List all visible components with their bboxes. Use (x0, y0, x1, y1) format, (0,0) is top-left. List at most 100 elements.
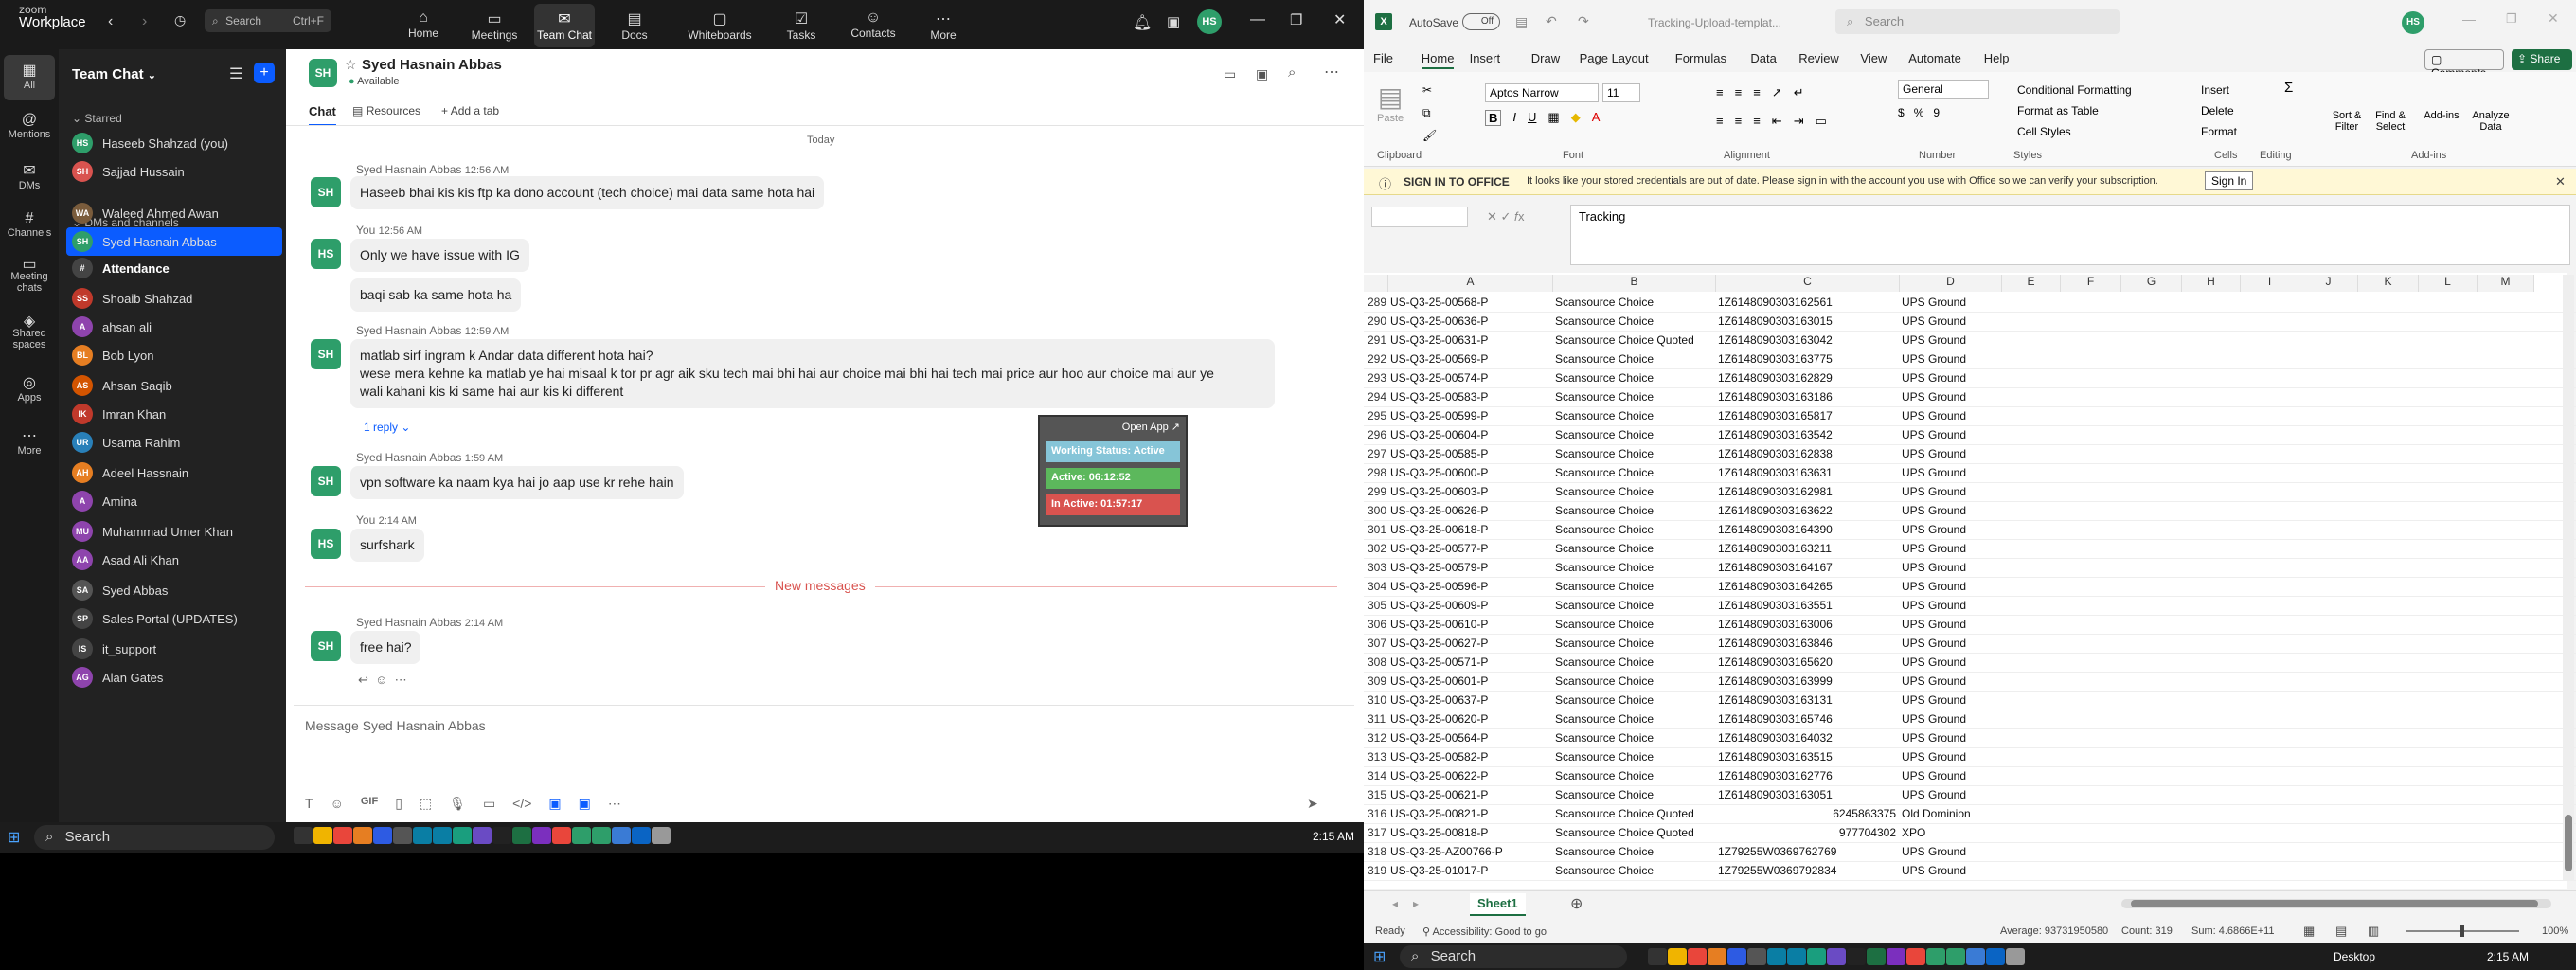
cell-d[interactable]: UPS Ground (1902, 693, 1966, 707)
maximize-icon[interactable]: ❐ (1290, 11, 1302, 28)
select-all-corner[interactable] (1364, 275, 1388, 292)
cell-c[interactable]: 1Z6148090303165746 (1718, 712, 1833, 726)
contact-name[interactable]: Syed Hasnain Abbas (362, 57, 502, 73)
cell-d[interactable]: UPS Ground (1902, 561, 1966, 574)
cell-c[interactable]: 1Z6148090303162981 (1718, 485, 1833, 498)
cell-d[interactable]: UPS Ground (1902, 712, 1966, 726)
sidebar-item[interactable]: BL Bob Lyon (66, 341, 282, 369)
cell-c[interactable]: 1Z6148090303162561 (1718, 296, 1833, 309)
cell-b[interactable]: Scansource Choice (1555, 845, 1654, 858)
taskbar-app-icon[interactable] (612, 827, 631, 844)
cell-d[interactable]: UPS Ground (1902, 296, 1966, 309)
taskbar-app-icon[interactable] (1648, 948, 1667, 965)
wrap-text-icon[interactable]: ↵ (1794, 85, 1804, 100)
cell-a[interactable]: US-Q3-25-00599-P (1390, 409, 1488, 422)
column-header[interactable]: L (2419, 275, 2478, 292)
cell-d[interactable]: UPS Ground (1902, 504, 1966, 517)
cell-d[interactable]: UPS Ground (1902, 580, 1966, 593)
taskbar-clock[interactable]: 2:15 AM (2487, 950, 2529, 963)
video-clip-icon[interactable]: ▭ (483, 796, 495, 812)
taskbar-app-icon[interactable] (2006, 948, 2025, 965)
taskbar-app-icon[interactable] (1767, 948, 1786, 965)
cell-c[interactable]: 1Z6148090303163551 (1718, 599, 1833, 612)
taskbar-app-icon[interactable] (1867, 948, 1886, 965)
rail-meeting-chats[interactable]: ▭ Meeting chats (4, 254, 55, 299)
cell-a[interactable]: US-Q3-25-00637-P (1390, 693, 1488, 707)
align-right-icon[interactable]: ≡ (1753, 114, 1761, 129)
align-left-icon[interactable]: ≡ (1716, 114, 1724, 129)
cell-a[interactable]: US-Q3-25-00618-P (1390, 523, 1488, 536)
taskbar-app-icon[interactable] (1747, 948, 1766, 965)
taskbar-app-icon[interactable] (552, 827, 571, 844)
taskbar-app-icon[interactable] (1807, 948, 1826, 965)
cell-c[interactable]: 1Z6148090303163051 (1718, 788, 1833, 801)
tab-add[interactable]: + Add a tab (441, 104, 499, 117)
cell-a[interactable]: US-Q3-25-00609-P (1390, 599, 1488, 612)
vertical-scrollbar[interactable] (2563, 275, 2574, 881)
cell-a[interactable]: US-Q3-25-00626-P (1390, 504, 1488, 517)
sign-in-button[interactable]: Sign In (2205, 171, 2254, 190)
cell-b[interactable]: Scansource Choice Quoted (1555, 826, 1694, 839)
column-header[interactable]: J (2299, 275, 2358, 292)
microphone-icon[interactable]: 🎙︎ (449, 796, 466, 812)
sidebar-item[interactable]: HS Haseeb Shahzad (you) (66, 129, 282, 157)
search-icon[interactable]: ⌕ (1288, 64, 1296, 81)
column-header[interactable]: K (2358, 275, 2419, 292)
cell-d[interactable]: UPS Ground (1902, 466, 1966, 479)
cell-d[interactable]: UPS Ground (1902, 523, 1966, 536)
reply-thread-link[interactable]: 1 reply ⌄ (364, 421, 410, 434)
rail-mentions[interactable]: @ Mentions (4, 106, 55, 152)
normal-view-icon[interactable]: ▦ (2303, 924, 2315, 939)
align-top-icon[interactable]: ≡ (1716, 85, 1724, 100)
taskbar-app-icon[interactable] (373, 827, 392, 844)
sidebar-item[interactable]: AH Adeel Hassnain (66, 458, 282, 487)
autosave-toggle[interactable]: Off (1462, 13, 1500, 30)
excel-search-box[interactable]: ⌕ Search (1835, 9, 2120, 34)
cell-c[interactable]: 1Z6148090303164265 (1718, 580, 1833, 593)
close-icon[interactable]: ✕ (2555, 174, 2566, 189)
column-header[interactable]: F (2061, 275, 2121, 292)
sidebar-item[interactable]: AS Ahsan Saqib (66, 371, 282, 400)
column-header[interactable]: G (2121, 275, 2182, 292)
cell-c[interactable]: 1Z6148090303164167 (1718, 561, 1833, 574)
column-header[interactable]: E (2002, 275, 2061, 292)
taskbar-app-icon[interactable] (1926, 948, 1945, 965)
page-break-icon[interactable]: ▥ (2368, 924, 2379, 939)
cell-d[interactable]: Old Dominion (1902, 807, 1971, 820)
menu-review[interactable]: Review (1798, 51, 1839, 65)
taskbar-app-icon[interactable] (333, 827, 352, 844)
cell-a[interactable]: US-Q3-25-00621-P (1390, 788, 1488, 801)
cell-b[interactable]: Scansource Choice (1555, 504, 1654, 517)
copy-icon[interactable]: ⧉ (1422, 106, 1431, 120)
next-sheet-icon[interactable]: ▸ (1413, 897, 1419, 910)
zoom-search-box[interactable]: ⌕ Search Ctrl+F (205, 9, 331, 32)
taskbar-app-icon[interactable] (1688, 948, 1707, 965)
cell-d[interactable]: UPS Ground (1902, 447, 1966, 460)
redo-icon[interactable]: ↷ (1578, 13, 1589, 29)
menu-file[interactable]: File (1373, 51, 1393, 65)
cell-a[interactable]: US-Q3-25-00601-P (1390, 674, 1488, 688)
cell-a[interactable]: US-Q3-25-00574-P (1390, 371, 1488, 385)
cut-icon[interactable]: ✂ (1422, 83, 1432, 97)
cell-a[interactable]: US-Q3-25-00818-P (1390, 826, 1488, 839)
sidebar-item[interactable]: AA Asad Ali Khan (66, 546, 282, 574)
cell-b[interactable]: Scansource Choice (1555, 599, 1654, 612)
cell-c[interactable]: 1Z6148090303164390 (1718, 523, 1833, 536)
file-icon[interactable]: ▯ (395, 796, 402, 812)
tab-tasks[interactable]: ☑ Tasks (782, 4, 820, 47)
cell-d[interactable]: UPS Ground (1902, 769, 1966, 782)
forward-icon[interactable]: › (142, 13, 147, 30)
taskbar-app-icon[interactable] (1906, 948, 1925, 965)
font-name-select[interactable]: Aptos Narrow (1485, 83, 1599, 102)
taskbar-app-icon[interactable] (353, 827, 372, 844)
cell-a[interactable]: US-Q3-25-00620-P (1390, 712, 1488, 726)
cell-c[interactable]: 1Z6148090303163211 (1718, 542, 1832, 555)
emoji-icon[interactable]: ☺ (375, 673, 387, 687)
cell-a[interactable]: US-Q3-25-00583-P (1390, 390, 1488, 404)
align-bottom-icon[interactable]: ≡ (1753, 85, 1761, 100)
maximize-icon[interactable]: ❐ (2506, 11, 2517, 27)
currency-icon[interactable]: $ (1898, 106, 1905, 119)
cell-a[interactable]: US-Q3-25-00568-P (1390, 296, 1488, 309)
cell-b[interactable]: Scansource Choice (1555, 731, 1654, 745)
sidebar-item[interactable]: IK Imran Khan (66, 400, 282, 428)
